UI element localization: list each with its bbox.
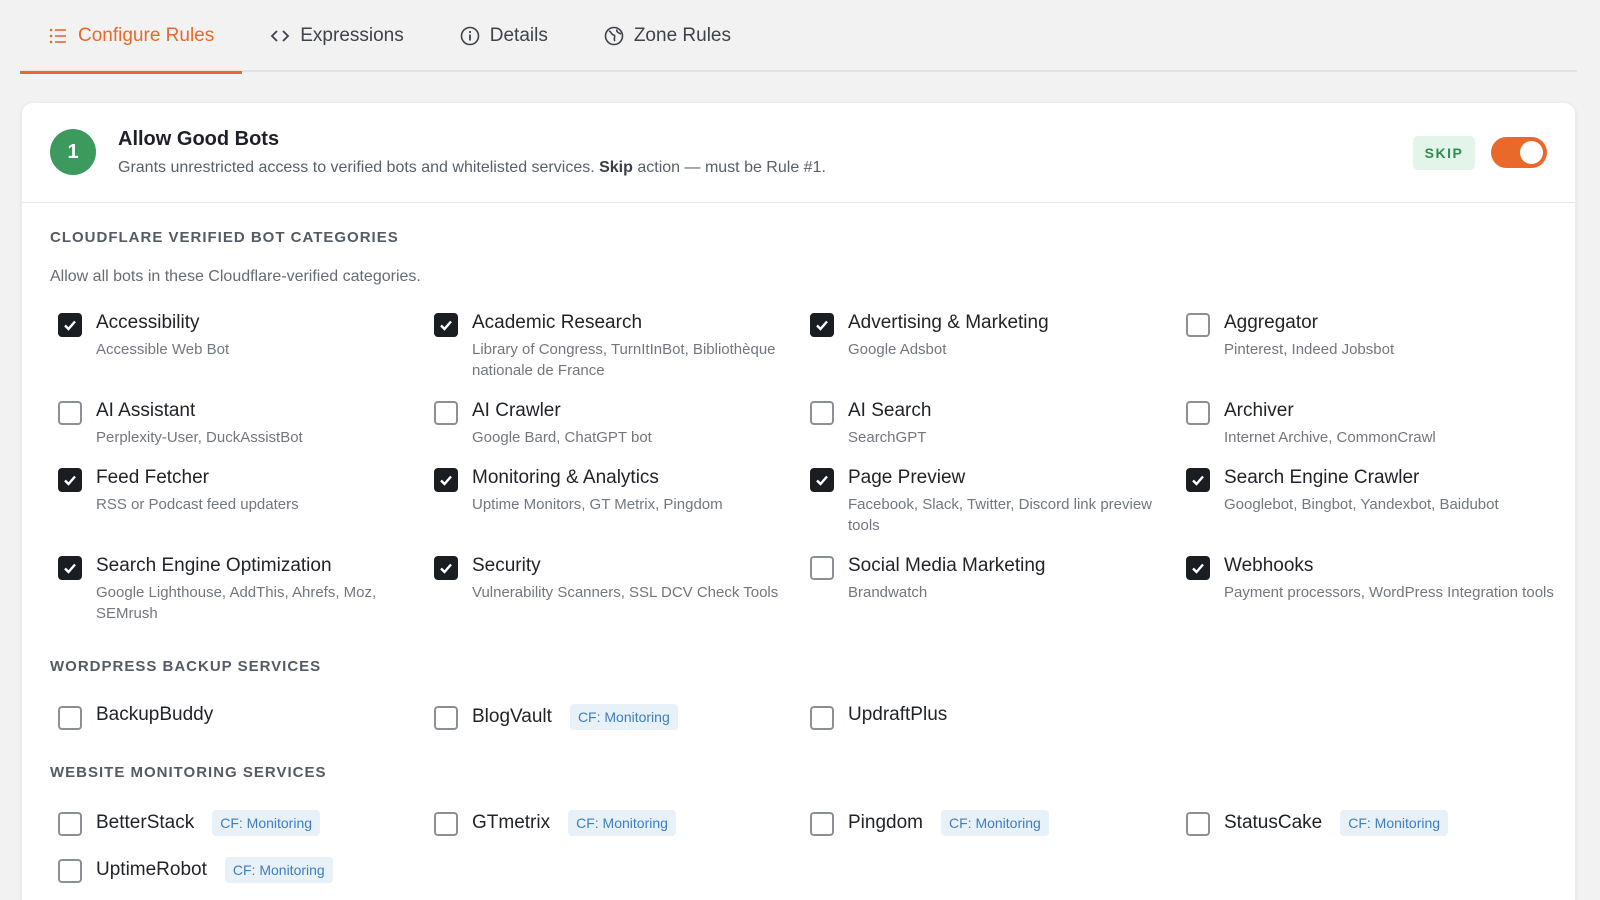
tab-configure-rules[interactable]: Configure Rules — [20, 0, 243, 74]
checkbox-unchecked[interactable] — [434, 706, 458, 730]
section-title-backup: WORDPRESS BACKUP SERVICES — [50, 658, 322, 675]
checkbox-unchecked[interactable] — [810, 812, 834, 836]
checkbox-checked[interactable] — [1186, 556, 1210, 580]
tab-details[interactable]: Details — [432, 0, 576, 72]
tab-bar: Configure Rules Expressions Details Zone… — [20, 0, 1577, 74]
section-subtitle-verified: Allow all bots in these Cloudflare-verif… — [50, 268, 421, 285]
rule-title: Allow Good Bots — [118, 128, 280, 150]
checkbox-description: Google Adsbot — [848, 341, 947, 358]
checkbox-checked[interactable] — [58, 556, 82, 580]
globe-icon — [604, 26, 624, 46]
tab-expressions[interactable]: Expressions — [242, 0, 432, 72]
checkbox-checked[interactable] — [810, 468, 834, 492]
tab-label: Zone Rules — [633, 25, 731, 46]
action-badge: SKIP — [1413, 136, 1475, 170]
rule-desc-suffix: action — must be Rule #1. — [637, 159, 826, 176]
checkbox-description: Internet Archive, CommonCrawl — [1224, 429, 1436, 446]
checkbox-label: Advertising & Marketing — [848, 312, 1049, 333]
checkbox-label: Search Engine Crawler — [1224, 467, 1420, 488]
checkbox-label: Monitoring & Analytics — [472, 467, 659, 488]
checkbox-label: UpdraftPlus — [848, 704, 948, 725]
checkbox-label: Page Preview — [848, 467, 966, 488]
checkbox-unchecked[interactable] — [434, 812, 458, 836]
checkbox-description: Googlebot, Bingbot, Yandexbot, Baidubot — [1224, 496, 1499, 513]
checkbox-checked[interactable] — [434, 468, 458, 492]
checkbox-description: Facebook, Slack, Twitter, Discord link p… — [848, 496, 1153, 534]
rule-desc-action: Skip — [599, 159, 633, 176]
checkbox-label: Webhooks — [1224, 555, 1314, 576]
rule-enabled-toggle[interactable] — [1491, 137, 1547, 168]
checkbox-description: Accessible Web Bot — [96, 341, 230, 358]
checkbox-checked[interactable] — [434, 313, 458, 337]
checkbox-unchecked[interactable] — [810, 556, 834, 580]
checkbox-label: Security — [472, 555, 541, 576]
checkbox-description: Payment processors, WordPress Integratio… — [1224, 584, 1554, 601]
checkbox-unchecked[interactable] — [810, 401, 834, 425]
checkbox-description: Perplexity-User, DuckAssistBot — [96, 429, 303, 446]
cf-monitoring-tag: CF: Monitoring — [212, 810, 321, 836]
rule-description: Grants unrestricted access to verified b… — [118, 159, 826, 177]
checkbox-unchecked[interactable] — [58, 812, 82, 836]
checkbox-unchecked[interactable] — [58, 401, 82, 425]
checkbox-checked[interactable] — [1186, 468, 1210, 492]
checkbox-label: AI Assistant — [96, 400, 196, 421]
checkbox-description: Brandwatch — [848, 584, 928, 601]
rule-header: 1 Allow Good Bots Grants unrestricted ac… — [22, 103, 1575, 203]
checkbox-label: Search Engine Optimization — [96, 555, 332, 576]
section-title-verified: CLOUDFLARE VERIFIED BOT CATEGORIES — [50, 229, 399, 246]
checkbox-description: Pinterest, Indeed Jobsbot — [1224, 341, 1395, 358]
tab-zone-rules[interactable]: Zone Rules — [576, 0, 759, 72]
rule-card: 1 Allow Good Bots Grants unrestricted ac… — [21, 102, 1576, 900]
checkbox-unchecked[interactable] — [434, 401, 458, 425]
cf-monitoring-tag: CF: Monitoring — [224, 857, 333, 883]
list-icon — [49, 28, 66, 44]
checkbox-label: Aggregator — [1224, 312, 1319, 333]
cf-monitoring-tag: CF: Monitoring — [568, 810, 676, 836]
checkbox-label: BlogVault CF: Monitoring — [472, 704, 678, 730]
cf-monitoring-tag: CF: Monitoring — [941, 810, 1049, 836]
tab-label: Expressions — [300, 25, 404, 46]
checkbox-label: Accessibility — [96, 312, 200, 333]
checkbox-unchecked[interactable] — [1186, 812, 1210, 836]
checkbox-checked[interactable] — [58, 313, 82, 337]
cf-monitoring-tag: CF: Monitoring — [1340, 810, 1449, 836]
toggle-knob — [1520, 141, 1543, 164]
checkbox-description: Library of Congress, TurnItInBot, Biblio… — [472, 341, 776, 379]
checkbox-label: BetterStack CF: Monitoring — [96, 810, 321, 836]
checkbox-label: BackupBuddy — [96, 704, 214, 725]
tab-label: Details — [489, 25, 548, 46]
rule-desc-prefix: Grants unrestricted access to verified b… — [118, 159, 595, 176]
checkbox-label: Pingdom CF: Monitoring — [848, 810, 1049, 836]
checkbox-label: UptimeRobot CF: Monitoring — [96, 857, 333, 883]
checkbox-unchecked[interactable] — [1186, 401, 1210, 425]
checkbox-checked[interactable] — [58, 468, 82, 492]
checkbox-unchecked[interactable] — [58, 706, 82, 730]
info-icon — [460, 26, 480, 46]
section-title-monitoring: WEBSITE MONITORING SERVICES — [50, 764, 327, 781]
cf-monitoring-tag: CF: Monitoring — [569, 704, 678, 730]
checkbox-label: AI Search — [848, 400, 932, 421]
checkbox-checked[interactable] — [434, 556, 458, 580]
code-icon — [270, 30, 290, 42]
checkbox-unchecked[interactable] — [1186, 313, 1210, 337]
checkbox-description: RSS or Podcast feed updaters — [96, 496, 299, 513]
checkbox-label: GTmetrix CF: Monitoring — [472, 810, 676, 836]
checkbox-label: Academic Research — [472, 312, 643, 333]
checkbox-unchecked[interactable] — [810, 706, 834, 730]
checkbox-label: AI Crawler — [472, 400, 561, 421]
checkbox-label: StatusCake CF: Monitoring — [1224, 810, 1449, 836]
checkbox-label: Archiver — [1224, 400, 1294, 421]
checkbox-unchecked[interactable] — [58, 859, 82, 883]
checkbox-label: Social Media Marketing — [848, 555, 1046, 576]
checkbox-description: Google Bard, ChatGPT bot — [472, 429, 652, 446]
checkbox-label: Feed Fetcher — [96, 467, 209, 488]
tab-label: Configure Rules — [78, 25, 215, 46]
checkbox-description: Uptime Monitors, GT Metrix, Pingdom — [472, 496, 723, 513]
checkbox-description: Google Lighthouse, AddThis, Ahrefs, Moz,… — [96, 584, 377, 622]
checkbox-description: SearchGPT — [848, 429, 927, 446]
checkbox-checked[interactable] — [810, 313, 834, 337]
checkbox-description: Vulnerability Scanners, SSL DCV Check To… — [472, 584, 779, 601]
rule-number-badge: 1 — [50, 129, 96, 175]
